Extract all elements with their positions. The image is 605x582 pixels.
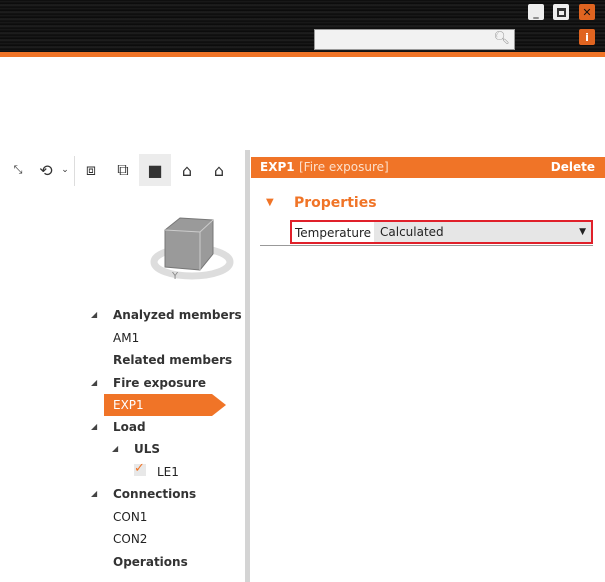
home-view-icon[interactable]: ⌂ xyxy=(206,154,232,186)
rotate-icon[interactable]: ⟲ xyxy=(34,154,58,186)
item-name: EXP1 xyxy=(260,160,295,174)
delete-button[interactable]: Delete xyxy=(551,157,595,178)
tree-item-am1[interactable]: AM1 xyxy=(113,328,139,348)
temperature-select[interactable]: Calculated ▼ xyxy=(374,222,591,242)
section-view-icon[interactable]: ⌂ xyxy=(173,154,201,186)
accent-line xyxy=(0,52,605,57)
collapse-icon[interactable]: ◢ xyxy=(91,373,97,393)
dropdown-arrow-icon: ▼ xyxy=(579,227,586,237)
tree-item-connections[interactable]: Connections xyxy=(113,484,196,504)
tree-item-analyzed-members[interactable]: Analyzed members xyxy=(113,305,242,325)
transparent-view-icon[interactable]: ⧉ xyxy=(110,154,136,186)
view-cube[interactable]: Y xyxy=(150,212,240,282)
maximize-button[interactable] xyxy=(553,4,569,20)
detail-header: EXP1 [Fire exposure] Delete xyxy=(251,157,605,178)
zoom-extents-icon[interactable]: ⤡ xyxy=(6,154,30,186)
item-type: [Fire exposure] xyxy=(299,160,389,174)
tree-item-con2[interactable]: CON2 xyxy=(113,529,147,549)
tree-item-con1[interactable]: CON1 xyxy=(113,507,147,527)
close-button[interactable]: ✕ xyxy=(579,4,595,20)
tree-item-exp1[interactable]: EXP1 xyxy=(113,395,144,415)
close-icon: ✕ xyxy=(582,5,592,19)
checkbox-le1[interactable]: ✓ xyxy=(134,462,146,476)
collapse-icon[interactable]: ◢ xyxy=(91,305,97,325)
info-icon: i xyxy=(585,30,589,44)
minimize-icon: _ xyxy=(533,5,539,19)
tree-item-related-members[interactable]: Related members xyxy=(113,350,232,370)
minimize-button[interactable]: _ xyxy=(528,4,544,20)
svg-text:Y: Y xyxy=(171,271,179,282)
search-input[interactable]: 🔍︎ xyxy=(314,29,515,50)
toolbar-divider xyxy=(74,156,75,186)
collapse-icon[interactable]: ◢ xyxy=(112,439,118,459)
info-button[interactable]: i xyxy=(579,29,595,45)
tree-item-operations[interactable]: Operations xyxy=(113,552,188,572)
temperature-property-row: Temperature Calculated ▼ xyxy=(290,220,593,244)
chevron-down-icon[interactable]: ⌄ xyxy=(58,154,72,186)
tree-item-load[interactable]: Load xyxy=(113,417,146,437)
tree-item-fire-exposure[interactable]: Fire exposure xyxy=(113,373,206,393)
maximize-icon xyxy=(556,7,566,17)
view-toolbar: ⤡ ⟲ ⌄ ⧈ ⧉ ■ ⌂ ⌂ xyxy=(0,154,245,188)
temperature-label: Temperature xyxy=(295,226,372,240)
solid-view-icon[interactable]: ■ xyxy=(139,154,171,186)
panel-divider[interactable] xyxy=(245,150,250,582)
expand-properties-icon[interactable]: ▼ xyxy=(266,197,274,208)
tree-item-le1[interactable]: LE1 xyxy=(157,462,179,482)
property-separator xyxy=(260,245,593,246)
tree-item-uls[interactable]: ULS xyxy=(134,439,160,459)
search-icon: 🔍︎ xyxy=(493,31,510,46)
collapse-icon[interactable]: ◢ xyxy=(91,484,97,504)
properties-heading: Properties xyxy=(294,195,377,211)
wireframe-view-icon[interactable]: ⧈ xyxy=(78,154,104,186)
collapse-icon[interactable]: ◢ xyxy=(91,417,97,437)
temperature-value: Calculated xyxy=(380,225,444,239)
